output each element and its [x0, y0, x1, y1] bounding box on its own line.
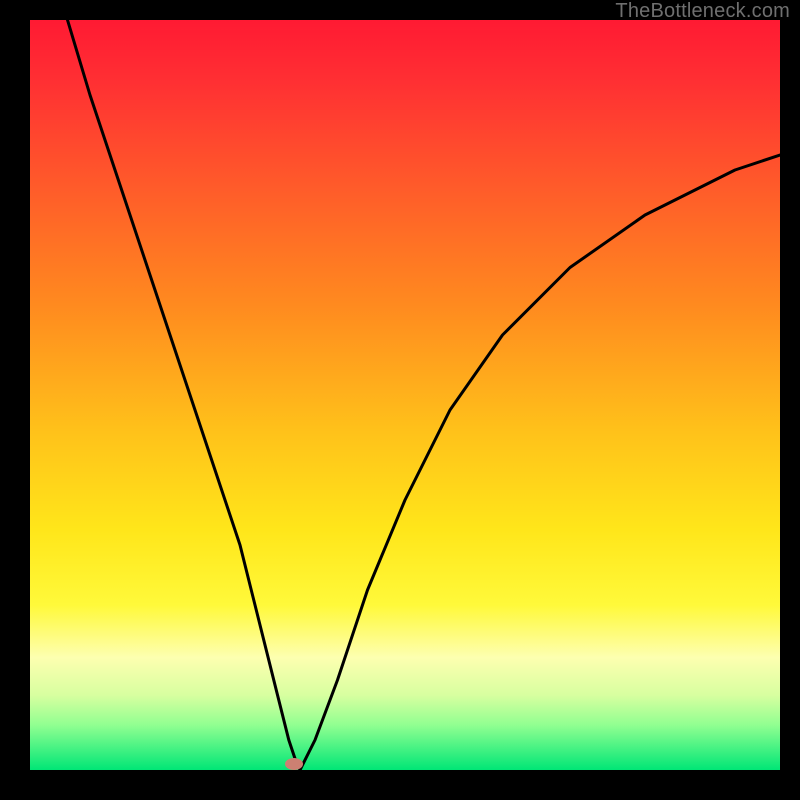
bottleneck-curve	[30, 20, 780, 770]
chart-frame: TheBottleneck.com	[0, 0, 800, 800]
plot-area	[30, 20, 780, 770]
optimum-marker	[285, 758, 303, 770]
